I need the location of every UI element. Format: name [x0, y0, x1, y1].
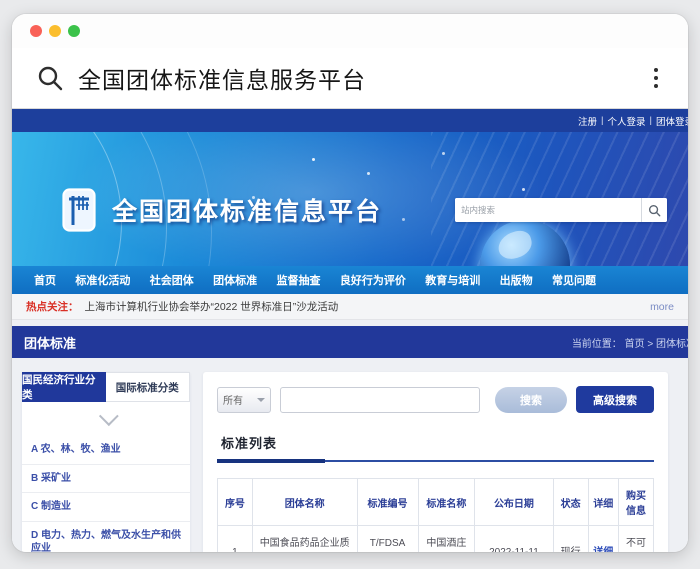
- banner-search-box: [455, 198, 667, 222]
- search-button[interactable]: 搜索: [495, 387, 567, 413]
- column-header-detail: 详细: [588, 479, 619, 526]
- advanced-search-button[interactable]: 高级搜索: [576, 386, 654, 413]
- category-item-utilities[interactable]: D 电力、热力、燃气及水生产和供应业: [22, 521, 190, 553]
- browser-window: 全国团体标准信息服务平台 注册 | 个人登录 | 团体登录: [12, 14, 688, 552]
- standards-table: 序号 团体名称 标准编号 标准名称 公布日期 状态 详细 购买信息 1: [217, 478, 654, 552]
- site-brand: 全国团体标准信息平台: [62, 188, 382, 232]
- browser-address-bar[interactable]: 全国团体标准信息服务平台: [12, 48, 688, 108]
- category-list: A 农、林、牧、渔业 B 采矿业 C 制造业 D 电力、热力、燃气及水生产和供应…: [22, 436, 190, 552]
- site-title: 全国团体标准信息平台: [112, 192, 382, 228]
- detail-link[interactable]: 详细: [593, 547, 613, 552]
- table-header-row: 序号 团体名称 标准编号 标准名称 公布日期 状态 详细 购买信息: [218, 479, 654, 526]
- standard-search-row: 所有 搜索 高级搜索: [217, 386, 654, 413]
- desktop-background: 全国团体标准信息服务平台 注册 | 个人登录 | 团体登录: [0, 0, 700, 569]
- browser-menu-button[interactable]: [648, 64, 664, 92]
- account-topbar: 注册 | 个人登录 | 团体登录: [12, 109, 688, 132]
- hot-topic-headline[interactable]: 上海市计算机行业协会举办“2022 世界标准日”沙龙活动: [85, 299, 641, 314]
- standard-list-header: 标准列表: [217, 433, 654, 462]
- cell-date: 2022-11-11: [475, 526, 553, 553]
- cell-status: 现行: [553, 526, 588, 553]
- category-tabs: 国民经济行业分类 国际标准分类: [22, 372, 190, 402]
- category-item-mining[interactable]: B 采矿业: [22, 464, 190, 493]
- kebab-dot: [654, 84, 658, 88]
- platform-logo-icon: [62, 188, 96, 232]
- chevron-down-icon: [99, 406, 119, 426]
- column-header-no: 序号: [218, 479, 253, 526]
- standard-list-title: 标准列表: [221, 436, 277, 451]
- category-expand-control[interactable]: [22, 402, 190, 436]
- category-item-manufacturing[interactable]: C 制造业: [22, 492, 190, 521]
- tab-national-economy-classification[interactable]: 国民经济行业分类: [22, 372, 106, 402]
- banner-search-button[interactable]: [641, 198, 667, 222]
- breadcrumb-separator: >: [647, 339, 656, 350]
- search-icon: [36, 64, 64, 92]
- cell-code: T/FDSA 032—2022: [357, 526, 418, 553]
- column-header-status: 状态: [553, 479, 588, 526]
- more-link[interactable]: more: [650, 301, 674, 313]
- chevron-down-icon: [257, 398, 265, 406]
- kebab-dot: [654, 68, 658, 72]
- standard-search-input[interactable]: [280, 387, 480, 413]
- column-header-code: 标准编号: [357, 479, 418, 526]
- cell-org: 中国食品药品企业质量安全促进会: [252, 526, 357, 553]
- breadcrumb-home-link[interactable]: 首页: [625, 339, 645, 350]
- nav-item-standardization-activities[interactable]: 标准化活动: [75, 272, 130, 288]
- minimize-button[interactable]: [49, 25, 61, 37]
- section-header-bar: 团体标准 当前位置： 首页 > 团体标准: [12, 326, 688, 358]
- zoom-button[interactable]: [68, 25, 80, 37]
- category-sidebar: 国民经济行业分类 国际标准分类 A 农、林、牧、渔业 B 采矿业 C 制造业 D…: [22, 372, 190, 552]
- nav-item-good-behavior[interactable]: 良好行为评价: [340, 272, 406, 288]
- column-header-org: 团体名称: [252, 479, 357, 526]
- link-separator: |: [601, 115, 603, 126]
- group-login-link[interactable]: 团体登录: [656, 114, 688, 128]
- kebab-dot: [654, 76, 658, 80]
- breadcrumb-label: 当前位置：: [572, 339, 622, 350]
- personal-login-link[interactable]: 个人登录: [608, 114, 646, 128]
- address-bar-text[interactable]: 全国团体标准信息服务平台: [78, 61, 648, 95]
- banner-search-input[interactable]: [455, 198, 641, 222]
- hot-topic-bar: 热点关注： 上海市计算机行业协会举办“2022 世界标准日”沙龙活动 more: [12, 294, 688, 320]
- dots-decoration: [312, 158, 315, 161]
- column-header-purchase: 购买信息: [619, 479, 654, 526]
- breadcrumb-current: 团体标准: [656, 339, 688, 350]
- search-icon: [648, 204, 661, 217]
- cell-no: 1: [218, 526, 253, 553]
- nav-item-publications[interactable]: 出版物: [500, 272, 533, 288]
- nav-item-home[interactable]: 首页: [34, 272, 56, 288]
- filter-selected-value: 所有: [223, 392, 243, 407]
- traffic-lights: [30, 25, 80, 37]
- table-row: 1 中国食品药品企业质量安全促进会 T/FDSA 032—2022 中国酒庄分级…: [218, 526, 654, 553]
- nav-item-group-standards[interactable]: 团体标准: [213, 272, 257, 288]
- page-title: 团体标准: [24, 333, 76, 352]
- content-area: 国民经济行业分类 国际标准分类 A 农、林、牧、渔业 B 采矿业 C 制造业 D…: [12, 358, 688, 552]
- tab-international-classification[interactable]: 国际标准分类: [106, 372, 191, 402]
- main-panel: 所有 搜索 高级搜索 标准列表: [203, 372, 668, 552]
- cell-purchase: 不可出售: [619, 526, 654, 553]
- cell-name: 中国酒庄分级管理: [418, 526, 475, 553]
- window-titlebar: [12, 14, 688, 48]
- nav-item-faq[interactable]: 常见问题: [552, 272, 596, 288]
- nav-item-supervision[interactable]: 监督抽查: [277, 272, 321, 288]
- category-item-agriculture[interactable]: A 农、林、牧、渔业: [22, 436, 190, 464]
- breadcrumb: 当前位置： 首页 > 团体标准: [572, 335, 688, 350]
- close-button[interactable]: [30, 25, 42, 37]
- main-nav: 首页 标准化活动 社会团体 团体标准 监督抽查 良好行为评价 教育与培训 出版物…: [12, 266, 688, 294]
- search-filter-select[interactable]: 所有: [217, 387, 271, 413]
- site-banner: 全国团体标准信息平台: [12, 132, 688, 266]
- register-link[interactable]: 注册: [578, 114, 597, 128]
- column-header-name: 标准名称: [418, 479, 475, 526]
- link-separator: |: [650, 115, 652, 126]
- nav-item-social-groups[interactable]: 社会团体: [150, 272, 194, 288]
- column-header-date: 公布日期: [475, 479, 553, 526]
- nav-item-education[interactable]: 教育与培训: [425, 272, 480, 288]
- hot-topic-label: 热点关注：: [26, 299, 79, 314]
